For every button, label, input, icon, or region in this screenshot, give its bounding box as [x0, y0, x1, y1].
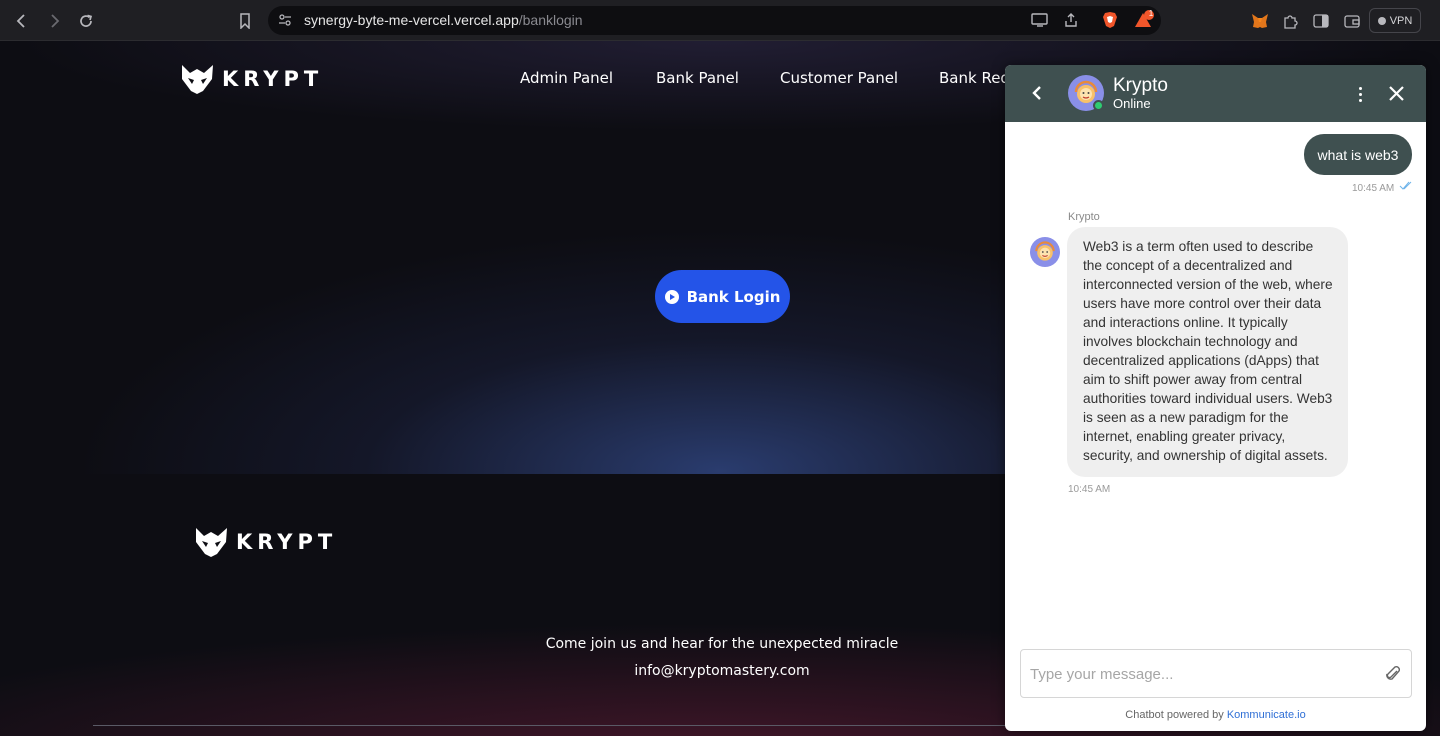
bot-message-sender: Krypto [1068, 211, 1100, 223]
play-icon [664, 289, 679, 304]
address-bar[interactable]: synergy-byte-me-vercel.vercel.app/banklo… [268, 6, 1161, 35]
attachment-icon[interactable] [1382, 663, 1404, 685]
bot-avatar-icon [1035, 241, 1055, 261]
fox-logo-icon [182, 65, 213, 94]
nav-bank-requests[interactable]: Bank Req [939, 69, 1010, 87]
vpn-status-icon [1377, 16, 1386, 25]
footer-logo[interactable]: KRYPT [195, 526, 337, 558]
footer-logo-text: KRYPT [236, 530, 338, 554]
bot-message-avatar [1030, 237, 1060, 267]
more-options-icon[interactable] [1350, 83, 1370, 105]
bot-status: Online [1113, 96, 1151, 111]
back-arrow-icon[interactable] [10, 9, 34, 33]
url-path: /banklogin [518, 12, 583, 28]
close-icon[interactable] [1385, 82, 1407, 104]
nav-admin-panel[interactable]: Admin Panel [520, 69, 613, 87]
powered-by: Chatbot powered by Kommunicate.io [1005, 709, 1426, 721]
bookmark-icon[interactable] [233, 9, 257, 33]
bot-message: Web3 is a term often used to describe th… [1067, 227, 1348, 477]
message-composer [1020, 649, 1412, 698]
metamask-fox-icon[interactable] [1250, 11, 1270, 31]
kommunicate-link[interactable]: Kommunicate.io [1227, 709, 1306, 721]
fox-logo-icon [196, 528, 227, 557]
chat-header: Krypto Online [1005, 65, 1426, 122]
bot-message-time: 10:45 AM [1068, 484, 1111, 495]
footer-divider [93, 725, 1093, 726]
nav-bank-panel[interactable]: Bank Panel [656, 69, 739, 87]
forward-arrow-icon[interactable] [42, 9, 66, 33]
share-icon[interactable] [1063, 12, 1079, 33]
vpn-button[interactable]: VPN [1369, 8, 1421, 33]
site-logo[interactable]: KRYPT [181, 63, 323, 95]
logo-text: KRYPT [222, 67, 324, 91]
bank-login-button[interactable]: Bank Login [655, 270, 790, 323]
read-receipt-icon [1399, 181, 1413, 193]
vpn-label: VPN [1389, 14, 1413, 27]
user-message: what is web3 [1304, 134, 1412, 175]
bot-name: Krypto [1113, 75, 1168, 96]
browser-toolbar: synergy-byte-me-vercel.vercel.app/banklo… [0, 0, 1440, 41]
notification-count: 1 [1148, 9, 1154, 18]
brave-rewards-icon[interactable]: 1 [1134, 9, 1154, 35]
bank-login-label: Bank Login [686, 287, 781, 306]
brave-shield-icon[interactable] [1102, 11, 1118, 34]
sidebar-icon[interactable] [1311, 11, 1331, 31]
site-info-icon[interactable] [278, 13, 292, 32]
url-host: synergy-byte-me-vercel.vercel.app [304, 12, 519, 28]
user-message-time: 10:45 AM [1352, 183, 1395, 194]
cast-icon[interactable] [1031, 13, 1049, 32]
reload-icon[interactable] [74, 9, 98, 33]
online-status-dot [1093, 100, 1104, 111]
extensions-puzzle-icon[interactable] [1280, 11, 1300, 31]
message-input[interactable] [1030, 662, 1370, 686]
wallet-icon[interactable] [1342, 11, 1362, 31]
url-text: synergy-byte-me-vercel.vercel.app/banklo… [304, 12, 583, 28]
chat-back-icon[interactable] [1027, 82, 1047, 104]
chat-widget: Krypto Online what is web3 10:45 AM Kryp… [1005, 65, 1426, 731]
nav-customer-panel[interactable]: Customer Panel [780, 69, 898, 87]
powered-by-prefix: Chatbot powered by [1125, 709, 1224, 721]
